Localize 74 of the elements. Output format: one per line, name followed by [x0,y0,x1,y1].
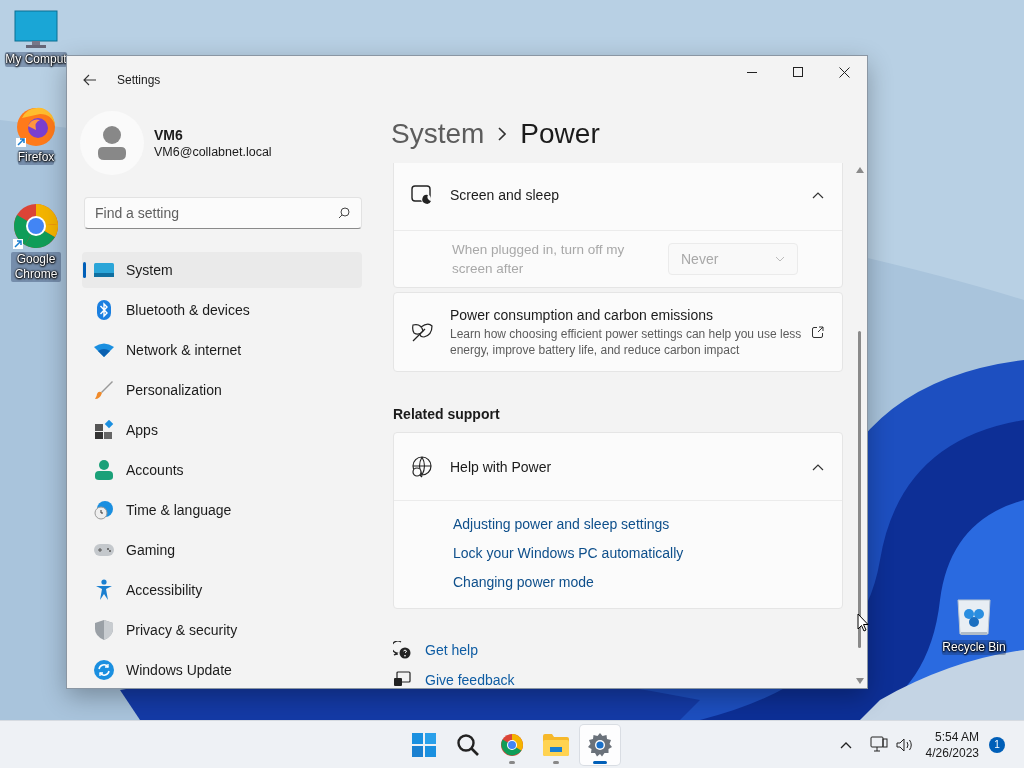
search-field[interactable]: Find a setting [84,197,362,229]
section-heading: Related support [393,406,501,422]
card-description: Learn how choosing efficient power settings can help you use less energy, improve battery life, and reduce carbon impact [450,325,803,358]
help-link[interactable]: Give feedback [425,670,515,688]
network-icon[interactable] [869,736,888,753]
search-icon [456,732,480,757]
globe-search-icon [411,455,433,478]
chrome-icon [500,732,524,757]
globe-clock-icon [94,500,114,520]
paintbrush-icon [94,380,114,400]
card-title: Power consumption and carbon emissions [450,306,715,323]
person-silhouette-icon [98,126,126,160]
chevron-down-icon [775,256,785,262]
window-title: Settings [117,73,161,87]
clock[interactable]: 5:54 AM 4/26/2023 [925,728,979,761]
volume-icon[interactable] [895,737,914,752]
nav-item[interactable]: Windows Update [82,652,362,688]
scroll-down-arrow-icon[interactable] [855,678,864,684]
scroll-up-arrow-icon[interactable] [855,167,864,173]
leaf-icon [411,322,433,342]
windows-logo-icon [412,732,436,757]
setting-label: When plugged in, turn off my screen after [452,241,626,278]
nav-item[interactable]: Accounts [82,452,362,488]
help-link[interactable]: Get help [425,640,478,660]
nav-item[interactable]: Privacy & security [82,612,362,648]
page-title: Power [520,117,600,150]
breadcrumb-parent[interactable]: System [391,117,485,150]
external-link-icon [811,325,824,339]
wifi-icon [94,343,114,357]
taskbar-app[interactable] [580,724,620,765]
nav-item[interactable]: System [82,252,362,288]
person-icon [95,460,113,480]
gear-icon [588,732,612,757]
refresh-icon [94,660,114,680]
scrollbar-thumb[interactable] [858,331,861,648]
accessibility-icon [95,579,113,601]
link-card[interactable]: Power consumption and carbon emissions Learn how choosing efficient power settings can help you use less energy, improve battery life, and reduce carbon impact [393,292,843,372]
notification-badge[interactable]: 1 [989,736,1005,753]
chevron-up-icon[interactable] [812,191,824,199]
monitor-icon [14,10,58,50]
nav-item[interactable]: Bluetooth & devices [82,292,362,328]
monitor-icon [94,263,114,277]
back-arrow-icon [83,74,97,86]
help-link[interactable]: Changing power mode [453,573,842,592]
search-icon [338,207,350,219]
chevron-right-icon [498,126,507,141]
recycle-bin-icon [954,598,994,638]
chrome-icon [12,202,60,250]
gamepad-icon [93,543,115,557]
folder-icon [543,733,569,756]
nav-item[interactable]: Apps [82,412,362,448]
help-link[interactable]: Adjusting power and sleep settings [453,515,842,534]
nav-item[interactable]: Time & language [82,492,362,528]
expander-header[interactable]: Help with Power [394,433,842,500]
apps-icon [94,420,114,440]
close-icon [838,66,850,78]
nav-item[interactable]: Accessibility [82,572,362,608]
expander-header[interactable]: Screen and sleep [394,163,842,230]
user-name: VM6 [154,127,184,143]
chevron-up-icon[interactable] [812,462,824,471]
feedback-icon [393,671,411,688]
bluetooth-icon [97,300,111,320]
minimize-icon [747,71,757,73]
help-chat-icon [393,641,411,659]
help-link[interactable]: Lock your Windows PC automatically [453,544,842,563]
chevron-up-icon[interactable] [839,740,852,749]
nav-item[interactable]: Personalization [82,372,362,408]
shield-icon [95,620,113,640]
desktop-shortcut[interactable]: Recycle Bin [944,598,1004,655]
user-email: VM6@collabnet.local [154,145,272,159]
maximize-icon [793,67,803,77]
screen-sleep-icon [411,185,433,205]
nav-item[interactable]: Gaming [82,532,362,568]
nav-item[interactable]: Network & internet [82,332,362,368]
